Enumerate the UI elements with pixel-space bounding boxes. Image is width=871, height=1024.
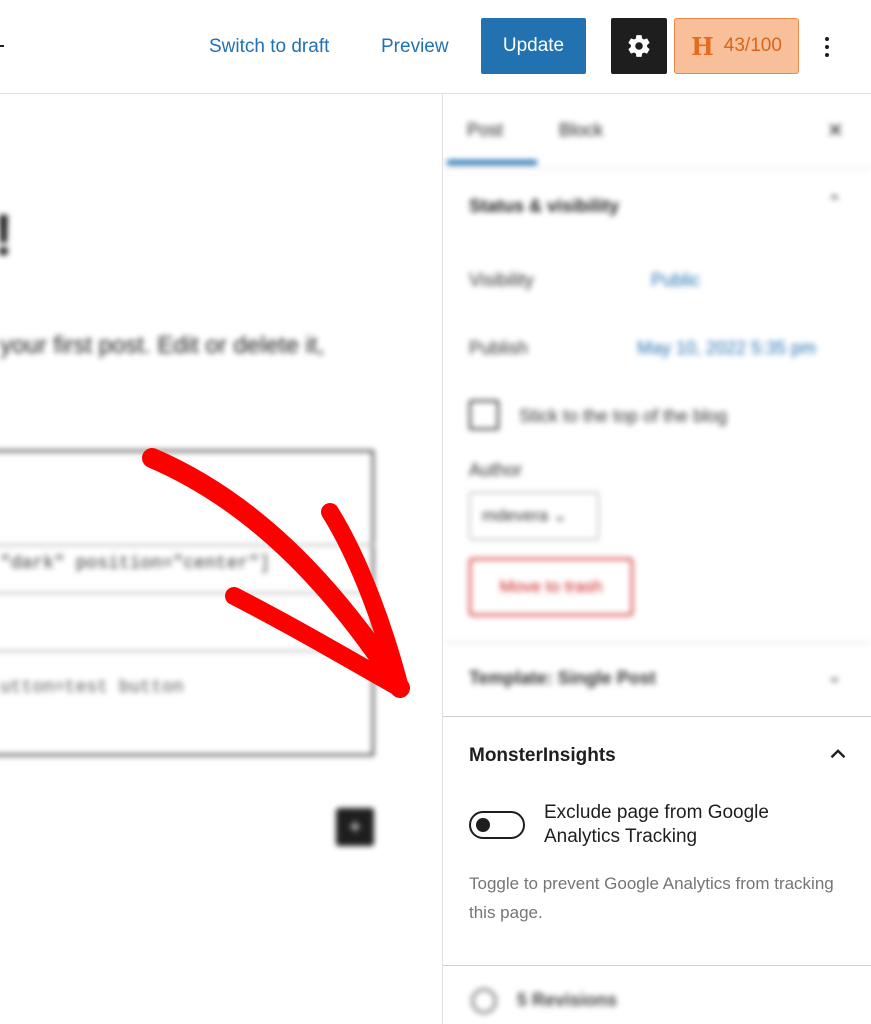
close-icon[interactable]: ✕ — [827, 118, 844, 143]
exclude-tracking-label: Exclude page from Google Analytics Track… — [544, 802, 769, 847]
post-settings-blurred: Post Block ✕ Status & visibility ⌃ Visib… — [443, 94, 871, 716]
visibility-value[interactable]: Public — [651, 270, 700, 291]
monsterinsights-title[interactable]: MonsterInsights — [469, 745, 616, 767]
divider — [443, 168, 871, 169]
author-value: mdevera — [482, 506, 549, 525]
back-icon-fragment[interactable] — [0, 45, 4, 47]
tab-block[interactable]: Block — [559, 120, 603, 141]
sticky-label: Stick to the top of the blog — [519, 406, 728, 426]
tab-post[interactable]: Post — [467, 120, 503, 141]
monsterinsights-panel: MonsterInsights Exclude page from Google… — [443, 716, 871, 966]
switch-to-draft-button[interactable]: Switch to draft — [209, 34, 329, 60]
move-to-trash-button[interactable]: Move to trash — [469, 558, 633, 616]
revisions-icon — [471, 988, 497, 1014]
template-title[interactable]: Template: Single Post — [469, 668, 656, 689]
author-select[interactable]: mdevera ⌄ — [469, 492, 599, 540]
publish-label: Publish — [469, 338, 529, 358]
seo-score-value: 43/100 — [723, 35, 782, 56]
editor-canvas[interactable]: ! your first post. Edit or delete it, "d… — [0, 94, 442, 1024]
headline-score-icon: H — [691, 31, 714, 61]
shortcode-text[interactable]: "dark" position="center"] — [0, 554, 270, 574]
toggle-knob — [476, 818, 490, 832]
visibility-label: Visibility — [469, 270, 534, 290]
sticky-checkbox[interactable] — [469, 400, 499, 430]
chevron-down-icon[interactable]: ⌄ — [827, 666, 842, 687]
post-title-fragment[interactable]: ! — [0, 202, 13, 269]
exclude-tracking-help: Toggle to prevent Google Analytics from … — [469, 874, 834, 922]
active-tab-indicator — [447, 160, 537, 165]
preview-button[interactable]: Preview — [381, 34, 449, 60]
settings-button[interactable] — [611, 18, 667, 74]
editor-header: Switch to draft Preview Update H 43/100 — [0, 0, 871, 94]
more-vertical-icon — [825, 37, 829, 41]
exclude-tracking-toggle[interactable] — [469, 811, 525, 839]
post-paragraph[interactable]: your first post. Edit or delete it, — [0, 332, 324, 360]
shortcode-divider — [0, 650, 374, 652]
chevron-down-icon: ⌄ — [552, 506, 568, 525]
more-vertical-icon — [825, 53, 829, 57]
shortcode-text[interactable]: utton=test button — [0, 678, 184, 698]
revisions-label: 5 Revisions — [517, 990, 618, 1010]
plus-icon: + — [348, 814, 362, 839]
revisions-row[interactable]: 5 Revisions — [443, 966, 871, 1024]
gear-icon — [628, 35, 650, 57]
seo-score-button[interactable]: H 43/100 — [674, 18, 799, 74]
settings-sidebar: Post Block ✕ Status & visibility ⌃ Visib… — [442, 94, 871, 1024]
status-visibility-title[interactable]: Status & visibility — [469, 196, 619, 217]
more-vertical-icon — [825, 45, 829, 49]
chevron-up-icon[interactable] — [825, 741, 851, 767]
chevron-up-icon[interactable]: ⌃ — [827, 192, 842, 213]
author-label: Author — [469, 460, 523, 480]
more-options-button[interactable] — [812, 30, 842, 64]
divider — [443, 642, 871, 643]
publish-date[interactable]: May 10, 2022 5:35 pm — [637, 338, 816, 359]
shortcode-block[interactable] — [0, 450, 374, 756]
add-block-button[interactable]: + — [336, 808, 374, 846]
update-button[interactable]: Update — [481, 18, 586, 74]
